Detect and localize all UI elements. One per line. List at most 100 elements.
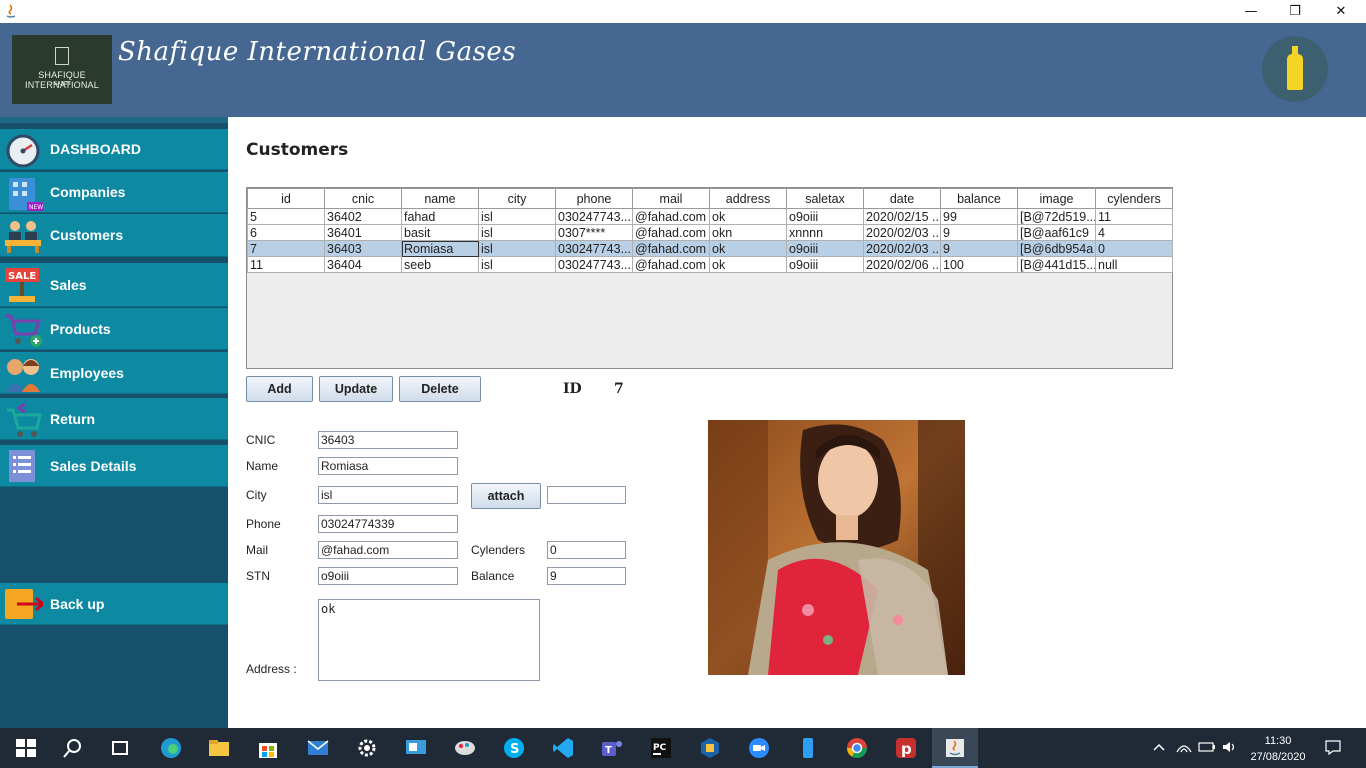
name-field[interactable]: Romiasa [318, 457, 458, 475]
mail-icon[interactable] [306, 736, 330, 760]
table-cell-date[interactable]: 2020/02/06 ... [863, 256, 941, 273]
psiphon-icon[interactable]: p [894, 736, 918, 760]
sidebar-item-customers[interactable]: Customers [0, 214, 228, 257]
search-icon[interactable] [61, 736, 85, 760]
table-cell-mail[interactable]: @fahad.com [632, 256, 710, 273]
wifi-icon[interactable] [1176, 740, 1192, 754]
table-cell-cnic[interactable]: 36404 [324, 256, 402, 273]
table-row[interactable]: 7 36403 Romiasa isl 030247743... @fahad.com ok… [247, 240, 1173, 257]
table-cell-cnic[interactable]: 36402 [324, 208, 402, 225]
table-cell-cnic[interactable]: 36401 [324, 224, 402, 241]
table-cell-saletax[interactable]: xnnnn [786, 224, 864, 241]
cnic-field[interactable]: 36403 [318, 431, 458, 449]
notification-icon[interactable] [1324, 739, 1342, 755]
column-header-id[interactable]: id [247, 188, 325, 209]
mail-field[interactable]: @fahad.com [318, 541, 458, 559]
table-cell-balance[interactable]: 9 [940, 240, 1018, 257]
sidebar-item-products[interactable]: Products [0, 308, 228, 350]
column-header-image[interactable]: image [1017, 188, 1096, 209]
phone-app-icon[interactable] [796, 736, 820, 760]
column-header-balance[interactable]: balance [940, 188, 1018, 209]
table-cell-name[interactable]: seeb [401, 256, 479, 273]
table-cell-id[interactable]: 5 [247, 208, 325, 225]
table-cell-name[interactable]: Romiasa [401, 240, 479, 257]
table-cell-phone[interactable]: 030247743... [555, 240, 633, 257]
table-cell-city[interactable]: isl [478, 240, 556, 257]
table-cell-cylenders[interactable]: 4 [1095, 224, 1173, 241]
customers-table[interactable]: id cnic name city phone mail address saletax dat… [246, 187, 1173, 369]
attach-path-field[interactable] [547, 486, 626, 504]
control-panel-icon[interactable] [404, 736, 428, 760]
table-cell-image[interactable]: [B@6db954a [1017, 240, 1096, 257]
table-cell-address[interactable]: okn [709, 224, 787, 241]
table-cell-image[interactable]: [B@441d15... [1017, 256, 1096, 273]
table-cell-phone[interactable]: 0307**** [555, 224, 633, 241]
address-textarea[interactable]: ok [318, 599, 540, 681]
table-cell-cylenders[interactable]: 11 [1095, 208, 1173, 225]
table-cell-balance[interactable]: 100 [940, 256, 1018, 273]
table-cell-id[interactable]: 11 [247, 256, 325, 273]
pycharm-icon[interactable]: PC [649, 736, 673, 760]
cylenders-field[interactable]: 0 [547, 541, 626, 559]
sidebar-item-dashboard[interactable]: DASHBOARD [0, 129, 228, 170]
table-cell-image[interactable]: [B@72d519... [1017, 208, 1096, 225]
table-cell-name[interactable]: basit [401, 224, 479, 241]
table-cell-date[interactable]: 2020/02/15 ... [863, 208, 941, 225]
volume-icon[interactable] [1222, 740, 1238, 754]
sidebar-item-return[interactable]: Return [0, 398, 228, 440]
sidebar-item-sales[interactable]: SALE Sales [0, 263, 228, 307]
java-app-icon[interactable] [943, 736, 967, 760]
table-cell-phone[interactable]: 030247743... [555, 208, 633, 225]
table-cell-balance[interactable]: 9 [940, 224, 1018, 241]
city-field[interactable]: isl [318, 486, 458, 504]
edge-icon[interactable] [159, 736, 183, 760]
chrome-icon[interactable] [845, 736, 869, 760]
balance-field[interactable]: 9 [547, 567, 626, 585]
table-cell-address[interactable]: ok [709, 208, 787, 225]
table-cell-name[interactable]: fahad [401, 208, 479, 225]
column-header-cnic[interactable]: cnic [324, 188, 402, 209]
stn-field[interactable]: o9oiii [318, 567, 458, 585]
file-explorer-icon[interactable] [207, 736, 231, 760]
table-cell-id[interactable]: 6 [247, 224, 325, 241]
table-row[interactable]: 5 36402 fahad isl 030247743... @fahad.com ok o9… [247, 208, 1173, 225]
table-cell-mail[interactable]: @fahad.com [632, 240, 710, 257]
table-cell-date[interactable]: 2020/02/03 ... [863, 224, 941, 241]
delete-button[interactable]: Delete [399, 376, 481, 402]
sidebar-item-employees[interactable]: Employees [0, 352, 228, 394]
phone-field[interactable]: 03024774339 [318, 515, 458, 533]
column-header-saletax[interactable]: saletax [786, 188, 864, 209]
sidebar-item-sales-details[interactable]: Sales Details [0, 445, 228, 487]
table-row[interactable]: 11 36404 seeb isl 030247743... @fahad.com ok o9… [247, 256, 1173, 273]
table-cell-cylenders[interactable]: null [1095, 256, 1173, 273]
taskbar-clock[interactable]: 11:30 27/08/2020 [1248, 733, 1308, 765]
table-cell-saletax[interactable]: o9oiii [786, 240, 864, 257]
attach-button[interactable]: attach [471, 483, 541, 509]
minimize-button[interactable]: — [1228, 0, 1274, 23]
store-icon[interactable] [256, 736, 280, 760]
table-cell-date[interactable]: 2020/02/03 ... [863, 240, 941, 257]
settings-gear-icon[interactable] [355, 736, 379, 760]
paint-icon[interactable] [453, 736, 477, 760]
sidebar-item-backup[interactable]: Back up [0, 583, 228, 625]
virtualbox-icon[interactable] [698, 736, 722, 760]
add-button[interactable]: Add [246, 376, 313, 402]
zoom-icon[interactable] [747, 736, 771, 760]
battery-icon[interactable] [1198, 741, 1216, 753]
table-cell-balance[interactable]: 99 [940, 208, 1018, 225]
table-cell-address[interactable]: ok [709, 240, 787, 257]
chevron-up-icon[interactable] [1152, 741, 1166, 753]
windows-start-icon[interactable] [14, 736, 38, 760]
column-header-cylenders[interactable]: cylenders [1095, 188, 1173, 209]
close-button[interactable]: ✕ [1318, 0, 1364, 23]
vscode-icon[interactable] [551, 736, 575, 760]
update-button[interactable]: Update [319, 376, 393, 402]
column-header-date[interactable]: date [863, 188, 941, 209]
table-cell-saletax[interactable]: o9oiii [786, 208, 864, 225]
table-cell-city[interactable]: isl [478, 208, 556, 225]
skype-icon[interactable]: S [502, 736, 526, 760]
table-cell-address[interactable]: ok [709, 256, 787, 273]
table-cell-phone[interactable]: 030247743... [555, 256, 633, 273]
table-cell-id[interactable]: 7 [247, 240, 325, 257]
table-cell-saletax[interactable]: o9oiii [786, 256, 864, 273]
